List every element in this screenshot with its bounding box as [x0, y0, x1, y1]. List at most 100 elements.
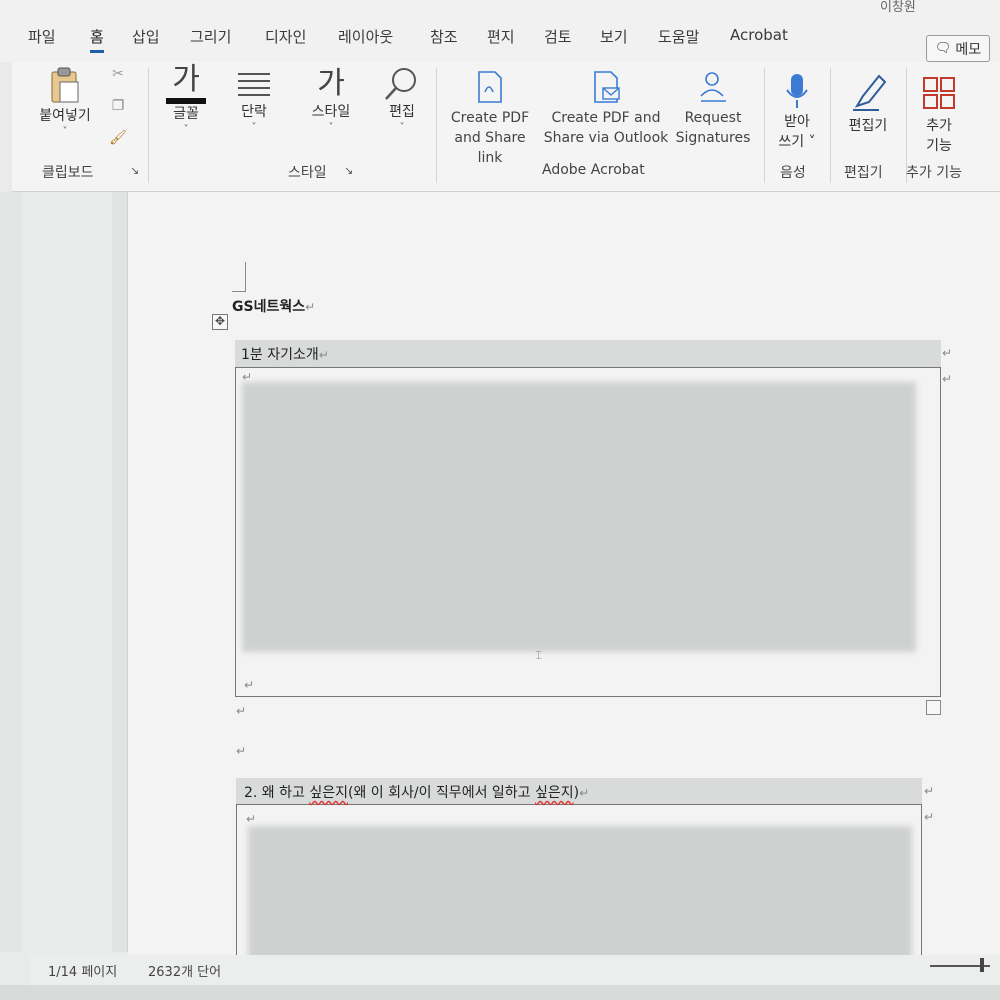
monitor-bezel [0, 985, 1000, 1000]
redacted-text-block [248, 826, 912, 976]
tab-references[interactable]: 참조 [430, 26, 458, 47]
tab-acrobat[interactable]: Acrobat [730, 26, 788, 44]
paragraph-button[interactable]: 단락 ˅ [224, 68, 284, 134]
tab-review[interactable]: 검토 [544, 26, 572, 47]
editor-group-label: 편집기 [844, 165, 883, 181]
chevron-down-icon: ˅ [328, 122, 334, 133]
format-painter-button[interactable]: 🖌 [106, 128, 130, 148]
microphone-icon [786, 74, 808, 108]
voice-group-label: 음성 [780, 165, 806, 181]
tab-draw[interactable]: 그리기 [190, 26, 231, 47]
font-button[interactable]: 가 글꼴 ˅ [156, 62, 216, 136]
paragraph-mark-icon: ↵ [246, 812, 257, 826]
add-ins-button[interactable]: 추가 기능 [912, 76, 966, 156]
editor-button[interactable]: 편집기 [836, 72, 900, 136]
intro-title: 1분 자기소개 [241, 347, 319, 363]
motivation-title-a: 2. 왜 하고 [244, 785, 310, 801]
styles-brush-icon: 가 [317, 66, 345, 101]
paragraph-mark-icon: ↵ [236, 704, 247, 718]
request-line1: Request [684, 110, 742, 126]
editor-pen-icon [853, 74, 887, 111]
styles-group-label: 스타일 [288, 165, 327, 181]
motivation-title-b: 싶은지 [309, 785, 348, 801]
dialog-launcher-icon[interactable]: ↘ [344, 164, 353, 177]
tab-home[interactable]: 홈 [90, 26, 104, 53]
vertical-ruler [112, 192, 128, 952]
font-label: 글꼴 [173, 106, 199, 122]
font-glyph-icon: 가 [166, 62, 206, 104]
paragraph-mark-icon: ↵ [318, 348, 329, 362]
table-resize-handle[interactable] [926, 700, 941, 715]
cut-button[interactable]: ✂ [106, 64, 130, 84]
paragraph-label: 단락 [241, 104, 267, 120]
motivation-table-header[interactable]: 2. 왜 하고 싶은지(왜 이 회사/이 직무에서 일하고 싶은지)↵ [236, 778, 922, 805]
page-count[interactable]: 1/14 페이지 [48, 961, 117, 980]
acrobat-group-label: Adobe Acrobat [542, 162, 645, 178]
paragraph-mark-icon: ↵ [305, 300, 316, 314]
text-cursor-icon: ⌶ [535, 648, 543, 662]
request-signatures-button[interactable]: Request Signatures [672, 70, 754, 148]
tab-mailings[interactable]: 편지 [487, 26, 515, 47]
row-end-mark-icon: ↵ [924, 810, 935, 824]
ribbon-separator [436, 68, 437, 183]
tab-design[interactable]: 디자인 [265, 26, 306, 47]
editing-button[interactable]: 편집 ˅ [372, 66, 432, 134]
chevron-down-icon: ˅ [62, 126, 68, 137]
search-icon [385, 68, 416, 100]
dictate-button[interactable]: 받아 쓰기 ˅ [770, 72, 824, 152]
tab-view[interactable]: 보기 [600, 26, 628, 47]
add-ins-grid-icon [923, 77, 955, 109]
word-count[interactable]: 2632개 단어 [148, 961, 221, 980]
table-move-handle-icon[interactable]: ✥ [212, 314, 228, 330]
paste-label: 붙여넣기 [39, 108, 91, 124]
copy-button[interactable]: ❐ [106, 96, 130, 116]
outlook-line1: Create PDF and [551, 110, 661, 126]
tab-file[interactable]: 파일 [28, 26, 56, 47]
add-ins-line2: 기능 [926, 138, 952, 154]
paragraph-mark-icon: ↵ [579, 786, 590, 800]
scissors-icon: ✂ [112, 66, 124, 82]
ribbon-separator [148, 68, 149, 183]
create-pdf-share-link-button[interactable]: Create PDF and Share link [440, 70, 540, 168]
motivation-title-c: (왜 이 회사/이 직무에서 일하고 [348, 785, 535, 801]
tab-insert[interactable]: 삽입 [132, 26, 160, 47]
ribbon-separator [830, 68, 831, 183]
motivation-title-d: 싶은지 [535, 785, 574, 801]
row-end-mark-icon: ↵ [942, 372, 953, 386]
tab-layout[interactable]: 레이아웃 [338, 26, 393, 47]
redacted-text-block [242, 382, 916, 652]
company-name: GS네트웍스 [232, 299, 306, 315]
editor-label: 편집기 [848, 118, 888, 134]
copy-icon: ❐ [111, 98, 125, 114]
brush-icon: 🖌 [109, 130, 127, 146]
align-lines-icon [238, 73, 270, 96]
ribbon: 붙여넣기 ˅ ✂ ❐ 🖌 클립보드 ↘ 가 글꼴 ˅ 단락 ˅ 가 스타일 ˅ … [12, 62, 1000, 192]
outlook-line2: Share via Outlook [543, 130, 669, 146]
company-heading: GS네트웍스↵ [232, 296, 315, 316]
ribbon-separator [764, 68, 765, 183]
intro-table-header[interactable]: 1분 자기소개↵ [235, 340, 941, 368]
row-end-mark-icon: ↵ [924, 784, 935, 798]
zoom-slider-thumb[interactable] [980, 958, 984, 972]
chevron-down-icon: ˅ [251, 122, 257, 133]
request-line2: Signatures [675, 130, 751, 146]
dictate-line2: 쓰기 ˅ [778, 134, 816, 150]
create-pdf-line1: Create PDF [450, 110, 530, 126]
comment-icon: 🗨 [934, 41, 952, 56]
paragraph-mark-icon: ↵ [236, 744, 247, 758]
editing-label: 편집 [389, 104, 415, 120]
memo-button[interactable]: 🗨 메모 [926, 35, 990, 62]
styles-label: 스타일 [311, 104, 351, 120]
styles-button[interactable]: 가 스타일 ˅ [296, 66, 366, 134]
status-bar: 1/14 페이지 2632개 단어 [30, 955, 1000, 985]
create-pdf-outlook-button[interactable]: Create PDF and Share via Outlook [542, 70, 670, 148]
create-pdf-line2: and Share link [454, 130, 526, 166]
paragraph-mark-icon: ↵ [244, 678, 255, 692]
chevron-down-icon: ˅ [183, 124, 189, 135]
memo-label: 메모 [955, 41, 982, 58]
paste-button[interactable]: 붙여넣기 ˅ [34, 66, 96, 138]
tab-help[interactable]: 도움말 [658, 26, 699, 47]
dialog-launcher-icon[interactable]: ↘ [130, 164, 139, 177]
ribbon-tab-bar: 파일 홈 삽입 그리기 디자인 레이아웃 참조 편지 검토 보기 도움말 Acr… [0, 0, 1000, 62]
dictate-line1: 받아 [784, 114, 810, 130]
